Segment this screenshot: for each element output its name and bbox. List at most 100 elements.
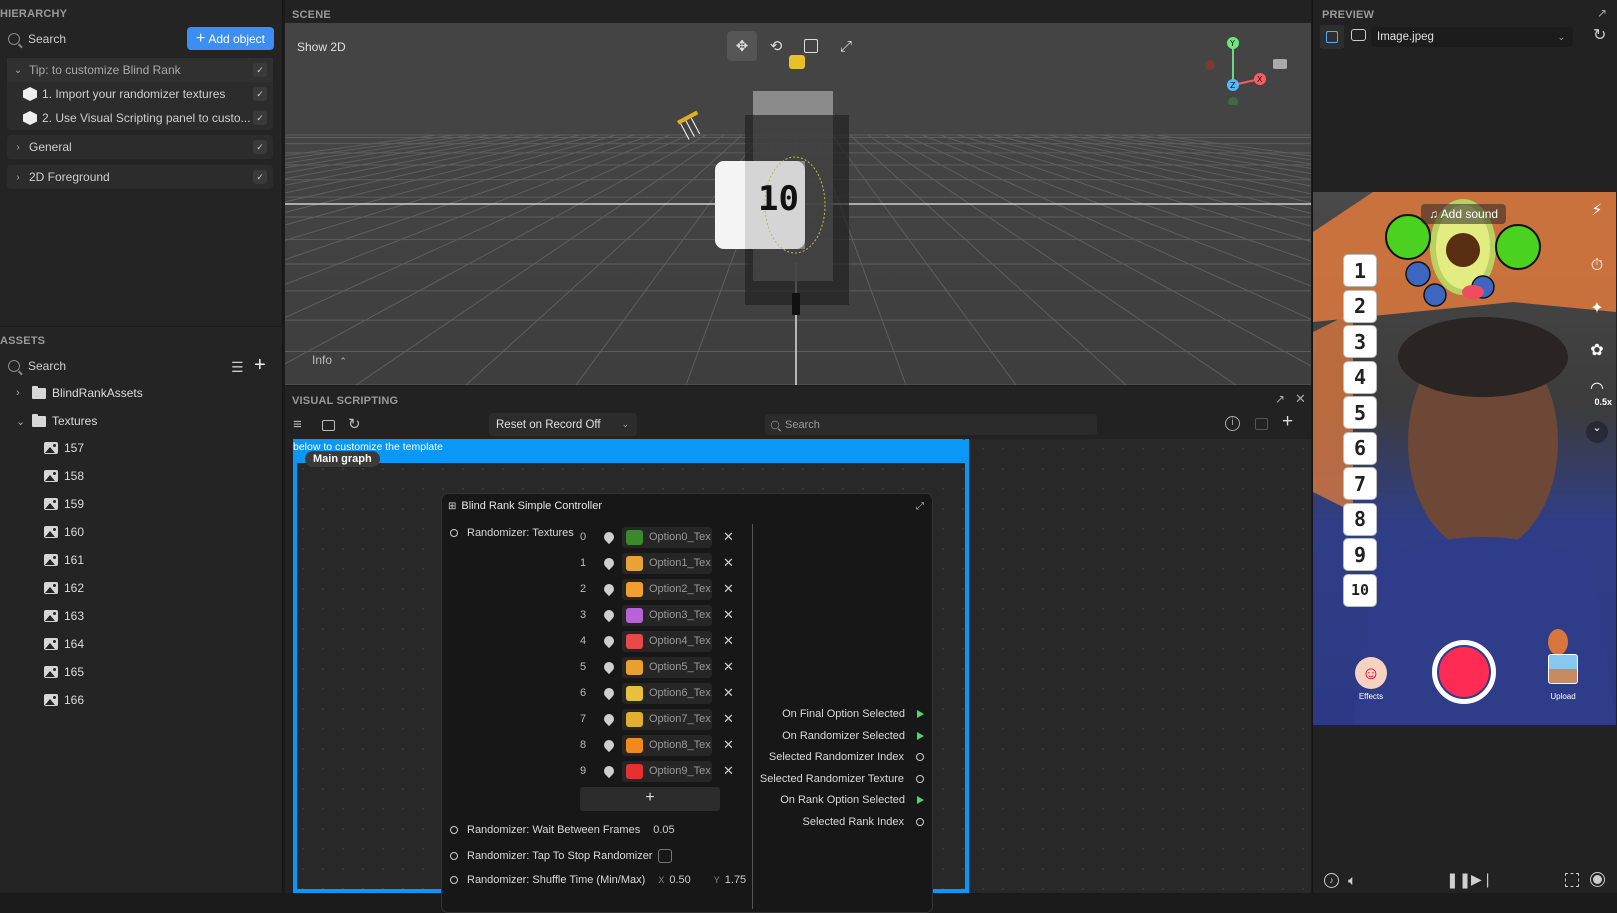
scene-object-label[interactable]: 10 — [758, 179, 799, 219]
locate-icon[interactable] — [601, 633, 617, 649]
visibility-checkbox[interactable]: ✓ — [253, 111, 267, 125]
magic-wand-icon[interactable]: ✦ — [1586, 298, 1608, 320]
wait-value-field[interactable]: 0.05 — [653, 824, 674, 836]
add-object-button[interactable]: + Add object — [187, 27, 274, 50]
asset-folder-textures[interactable]: ⌄ Textures — [16, 411, 97, 431]
graph-canvas[interactable]: below to customize the template Main gra… — [293, 439, 1311, 913]
info-toggle[interactable]: Info ⌃ — [312, 353, 347, 367]
camera-icon[interactable] — [1273, 59, 1287, 69]
asset-texture-item[interactable]: 160 — [44, 522, 84, 542]
assets-search-input[interactable]: Search — [28, 359, 66, 373]
rank-slot[interactable]: 2 — [1343, 289, 1377, 323]
asset-texture-item[interactable]: 166 — [44, 690, 84, 710]
asset-texture-item[interactable]: 159 — [44, 494, 84, 514]
flash-icon[interactable]: ⚡ — [1586, 200, 1608, 222]
hierarchy-search-input[interactable]: Search — [28, 32, 66, 46]
remove-texture-icon[interactable]: ✕ — [723, 633, 734, 649]
record-button[interactable] — [1432, 640, 1496, 704]
hierarchy-item-2d-foreground[interactable]: › 2D Foreground ✓ — [7, 165, 273, 189]
input-pin[interactable] — [450, 529, 458, 537]
comment-bar[interactable]: below to customize the template — [293, 439, 969, 463]
step-forward-icon[interactable]: ▶❘ — [1471, 871, 1494, 888]
menu-icon[interactable]: ≡ — [293, 416, 302, 433]
rank-slot[interactable]: 10 — [1343, 573, 1377, 607]
visibility-checkbox[interactable]: ✓ — [253, 170, 267, 184]
chevron-down-icon[interactable]: ⌄ — [1586, 421, 1608, 443]
filters-icon[interactable]: ✿ — [1586, 340, 1608, 362]
preview-camera-view[interactable]: ♫ Add sound 1 2 3 4 5 6 7 8 9 10 ⚡ ⏱ ✦ ✿ ◠ 0.5x ⌄… — [1313, 192, 1616, 725]
hierarchy-item-general[interactable]: › General ✓ — [7, 135, 273, 159]
remove-texture-icon[interactable]: ✕ — [723, 737, 734, 753]
remove-texture-icon[interactable]: ✕ — [723, 607, 734, 623]
popout-icon[interactable]: ↗ — [1275, 392, 1285, 406]
exec-pin[interactable] — [917, 710, 924, 718]
close-icon[interactable]: ✕ — [1295, 391, 1306, 407]
hierarchy-search[interactable]: Search — [8, 32, 66, 46]
crop-icon[interactable] — [1565, 873, 1579, 887]
rank-slot[interactable]: 8 — [1343, 502, 1377, 536]
locate-icon[interactable] — [601, 607, 617, 623]
volume-icon[interactable]: 🔈︎ — [1348, 872, 1356, 889]
graph-search-input[interactable]: Search — [765, 414, 1097, 435]
chevron-down-icon[interactable]: ⌄ — [16, 415, 26, 428]
remove-texture-icon[interactable]: ✕ — [723, 555, 734, 571]
texture-field[interactable]: Option6_Tex — [622, 682, 712, 704]
asset-texture-item[interactable]: 161 — [44, 550, 84, 570]
locate-icon[interactable] — [601, 581, 617, 597]
filter-icon[interactable]: ☰ — [231, 359, 244, 376]
tiktok-icon[interactable]: ♪ — [1324, 873, 1339, 888]
add-node-button[interactable]: + — [1282, 411, 1293, 433]
chevron-right-icon[interactable]: › — [16, 387, 26, 399]
hierarchy-item-visual-scripting[interactable]: 2. Use Visual Scripting panel to custo..… — [7, 106, 273, 130]
hierarchy-item-tip[interactable]: ⌄ Tip: to customize Blind Rank ✓ — [7, 58, 273, 82]
asset-texture-item[interactable]: 158 — [44, 466, 84, 486]
visibility-checkbox[interactable]: ✓ — [253, 87, 267, 101]
shuffle-min-field[interactable]: 0.50 — [669, 874, 690, 886]
info-icon[interactable]: i — [1225, 416, 1240, 431]
texture-field[interactable]: Option2_Tex — [622, 578, 712, 600]
assets-search[interactable]: Search — [8, 359, 66, 373]
visibility-checkbox[interactable]: ✓ — [253, 140, 267, 154]
add-asset-button[interactable]: + — [254, 354, 266, 377]
locate-icon[interactable] — [601, 659, 617, 675]
pivot-tool-button[interactable]: ⤢ — [831, 31, 861, 61]
texture-field[interactable]: Option8_Tex — [622, 734, 712, 756]
locate-icon[interactable] — [601, 529, 617, 545]
input-pin[interactable] — [450, 852, 458, 860]
effects-icon[interactable]: ☺ — [1355, 657, 1387, 689]
blind-rank-controller-node[interactable]: ⊞ Blind Rank Simple Controller ⤢ Randomi… — [441, 493, 933, 913]
asset-folder-blindrankassets[interactable]: › BlindRankAssets — [16, 383, 143, 403]
locate-icon[interactable] — [601, 763, 617, 779]
value-pin[interactable] — [916, 753, 924, 761]
minimap-icon[interactable] — [322, 420, 335, 431]
move-tool-button[interactable]: ✥ — [727, 31, 757, 61]
tap-stop-checkbox[interactable] — [658, 849, 673, 863]
texture-field[interactable]: Option0_Tex — [622, 526, 712, 548]
remove-texture-icon[interactable]: ✕ — [723, 529, 734, 545]
chevron-right-icon[interactable]: › — [11, 142, 25, 153]
exec-pin[interactable] — [917, 796, 924, 804]
asset-texture-item[interactable]: 164 — [44, 634, 84, 654]
asset-texture-item[interactable]: 163 — [44, 606, 84, 626]
value-pin[interactable] — [916, 817, 924, 826]
locate-icon[interactable] — [601, 737, 617, 753]
rotate-tool-button[interactable]: ⟲ — [761, 31, 791, 61]
texture-field[interactable]: Option1_Tex — [622, 552, 712, 574]
refresh-icon[interactable]: ↻ — [348, 415, 361, 433]
value-pin[interactable] — [916, 774, 924, 783]
pause-icon[interactable]: ❚❚ — [1446, 871, 1471, 889]
preview-source-select[interactable]: Image.jpeg ⌄ — [1371, 27, 1573, 47]
upload-icon[interactable] — [1548, 654, 1578, 684]
remove-texture-icon[interactable]: ✕ — [723, 581, 734, 597]
rank-slot[interactable]: 9 — [1343, 538, 1377, 571]
input-pin[interactable] — [450, 826, 458, 834]
main-graph-tab[interactable]: Main graph — [305, 451, 380, 467]
axis-gizmo[interactable]: Y X Z — [1200, 35, 1280, 105]
add-texture-button[interactable]: + — [580, 787, 720, 811]
asset-texture-item[interactable]: 165 — [44, 662, 84, 682]
shuffle-max-field[interactable]: 1.75 — [725, 874, 746, 886]
timer-icon[interactable]: ⏱ — [1586, 257, 1608, 279]
texture-field[interactable]: Option5_Tex — [622, 656, 712, 678]
rank-slot[interactable]: 4 — [1343, 360, 1377, 394]
rank-slot[interactable]: 3 — [1343, 325, 1377, 358]
